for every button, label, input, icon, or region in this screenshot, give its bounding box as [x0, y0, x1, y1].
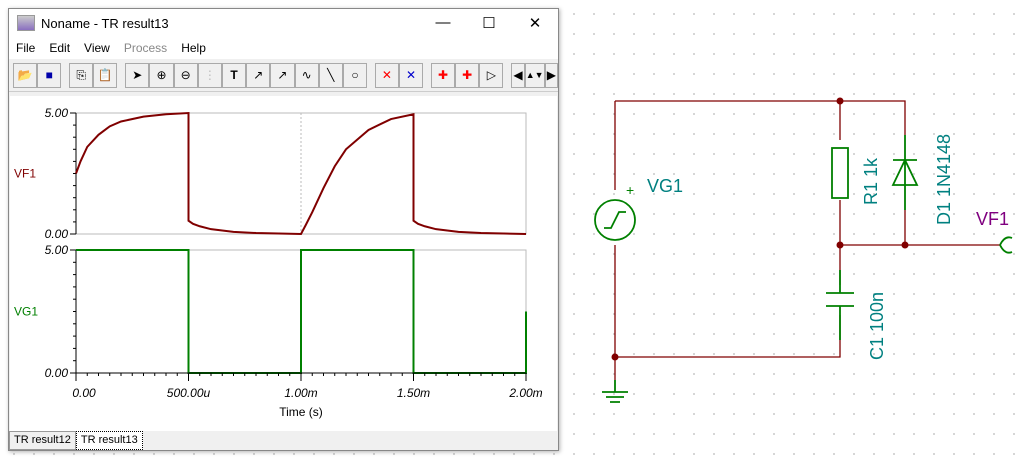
ground-symbol — [602, 380, 628, 403]
diode-label: D1 1N4148 — [934, 134, 954, 225]
schematic: + VG1 R1 1k D1 1N4148 C1 100n VF1 — [594, 97, 1013, 403]
output-terminal[interactable] — [999, 236, 1013, 254]
junctions — [611, 97, 909, 361]
source-label: VG1 — [647, 176, 683, 196]
output-label: VF1 — [976, 209, 1009, 229]
capacitor-label: C1 100n — [867, 292, 887, 360]
resistor-label: R1 1k — [861, 157, 881, 205]
voltage-source-vg1[interactable] — [594, 199, 636, 241]
resistor-r1[interactable] — [831, 147, 849, 199]
capacitor-c1[interactable] — [820, 270, 860, 340]
diode-d1[interactable] — [891, 135, 919, 210]
source-plus-label: + — [626, 182, 634, 198]
